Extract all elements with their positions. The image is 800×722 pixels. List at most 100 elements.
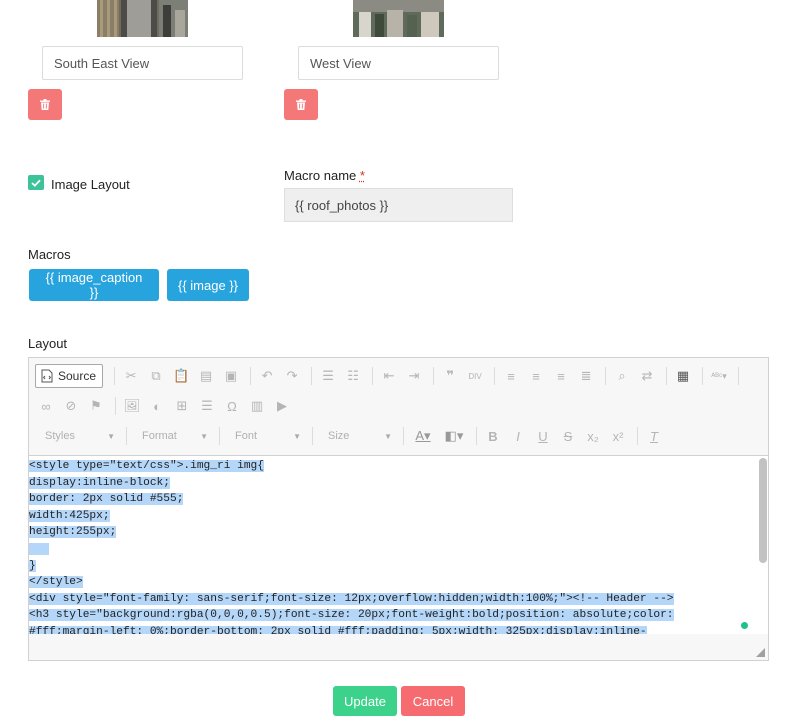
align-left-icon[interactable]: ≡ [500, 365, 522, 387]
image-layout-checkbox[interactable] [28, 175, 44, 190]
toolbar-separator [605, 367, 607, 385]
undo-icon[interactable]: ↶ [256, 365, 278, 387]
background-color-icon[interactable]: ◧▾ [440, 425, 468, 447]
toolbar-separator [115, 397, 116, 415]
delete-image-button[interactable] [284, 89, 318, 120]
spellcheck-icon[interactable]: ᴬᴮᶜ▾ [708, 365, 730, 387]
image-caption-input-south-east[interactable] [42, 46, 243, 80]
selected-code-text: <h3 style="background:rgba(0,0,0,0.5);fo… [29, 609, 674, 622]
blockquote-icon[interactable]: ❞ [439, 365, 461, 387]
horizontal-line-icon[interactable]: ☰ [196, 395, 218, 417]
video-icon[interactable]: ▶ [271, 395, 293, 417]
cancel-button[interactable]: Cancel [401, 686, 465, 716]
text-color-icon[interactable]: A▾ [409, 425, 437, 447]
required-mark: * [359, 168, 365, 183]
selected-code-text: </style> [29, 576, 83, 589]
italic-button[interactable]: I [507, 425, 529, 447]
increase-indent-icon[interactable]: ⇥ [403, 365, 425, 387]
replace-icon[interactable]: ⇄ [636, 365, 658, 387]
link-icon[interactable]: ∞ [35, 395, 57, 417]
code-line [29, 541, 768, 558]
toolbar-separator [433, 367, 435, 385]
align-center-icon[interactable]: ≡ [525, 365, 547, 387]
image-thumbnail-west [353, 0, 444, 37]
bulleted-list-icon[interactable]: ☷ [342, 365, 364, 387]
paste-word-icon[interactable]: ▣ [220, 365, 242, 387]
font-dropdown[interactable]: Font ▼ [225, 425, 307, 447]
toolbar-separator [126, 427, 127, 445]
size-dropdown[interactable]: Size ▼ [318, 425, 398, 447]
code-line: width:425px; [29, 508, 768, 525]
paste-text-icon[interactable]: ▤ [195, 365, 217, 387]
page-break-icon[interactable]: ▥ [246, 395, 268, 417]
align-justify-icon[interactable]: ≣ [575, 365, 597, 387]
resize-handle-icon[interactable] [756, 648, 765, 657]
image-caption-input-west[interactable] [298, 46, 499, 80]
editor-scrollbar[interactable] [759, 458, 767, 563]
decrease-indent-icon[interactable]: ⇤ [378, 365, 400, 387]
underline-button[interactable]: U [532, 425, 554, 447]
toolbar-separator [219, 427, 220, 445]
toolbar-separator [250, 367, 252, 385]
code-lines: <style type="text/css">.img_ri img{displ… [29, 456, 768, 634]
toolbar-separator [372, 367, 374, 385]
paste-icon[interactable]: 📋 [170, 365, 192, 387]
div-container-icon[interactable]: DIV [464, 365, 486, 387]
image-layout-label[interactable]: Image Layout [51, 177, 130, 192]
macro-name-input[interactable] [284, 188, 513, 222]
macro-image-caption-button[interactable]: {{ image_caption }} [29, 269, 159, 301]
code-line: height:255px; [29, 524, 768, 541]
toolbar-separator [738, 367, 740, 385]
select-all-icon[interactable]: ▦ [672, 365, 694, 387]
editor-toolbar-row-1: Source ✂ ⧉ 📋 ▤ ▣ ↶ ↷ ☰ ☷ ⇤ ⇥ ❞ DIV ≡ ≡ ≡… [35, 363, 744, 389]
strikethrough-button[interactable]: S [557, 425, 579, 447]
source-icon [41, 369, 53, 383]
source-button[interactable]: Source [35, 364, 104, 388]
selected-code-text: #fff;margin-left: 0%;border-bottom: 2px … [29, 625, 647, 634]
checkmark-icon [31, 179, 41, 187]
macro-image-button[interactable]: {{ image }} [167, 269, 249, 301]
remove-format-icon[interactable]: T [643, 425, 665, 447]
layout-code-textarea[interactable]: <style type="text/css">.img_ri img{displ… [29, 455, 768, 634]
align-right-icon[interactable]: ≡ [550, 365, 572, 387]
unlink-icon[interactable]: ⊘ [60, 395, 82, 417]
macro-name-label: Macro name * [284, 168, 365, 183]
trash-icon [40, 99, 50, 110]
chevron-down-icon: ▼ [293, 431, 301, 441]
selected-code-text: height:255px; [29, 526, 117, 539]
code-line: </style> [29, 574, 768, 591]
toolbar-separator [637, 427, 638, 445]
chevron-down-icon: ▼ [107, 431, 115, 441]
update-button[interactable]: Update [333, 686, 397, 716]
copy-icon[interactable]: ⧉ [145, 365, 167, 387]
numbered-list-icon[interactable]: ☰ [317, 365, 339, 387]
delete-image-button[interactable] [28, 89, 62, 120]
code-line: display:inline-block; [29, 475, 768, 492]
redo-icon[interactable]: ↷ [281, 365, 303, 387]
table-icon[interactable]: ⊞ [171, 395, 193, 417]
toolbar-separator [476, 427, 477, 445]
toolbar-separator [702, 367, 704, 385]
cut-icon[interactable]: ✂ [120, 365, 142, 387]
anchor-flag-icon[interactable]: ⚑ [85, 395, 107, 417]
image-thumbnail-south-east [97, 0, 188, 37]
format-dropdown[interactable]: Format ▼ [132, 425, 214, 447]
selected-code-text: <div style="font-family: sans-serif;font… [29, 592, 674, 605]
toolbar-separator [666, 367, 668, 385]
superscript-button[interactable]: x² [607, 425, 629, 447]
toolbar-separator [403, 427, 404, 445]
bold-button[interactable]: B [482, 425, 504, 447]
toolbar-separator [311, 367, 313, 385]
subscript-button[interactable]: x₂ [582, 425, 604, 447]
macros-label: Macros [28, 247, 71, 262]
code-line: border: 2px solid #555; [29, 491, 768, 508]
status-indicator-dot [741, 622, 748, 629]
flash-icon[interactable]: ◐ [146, 395, 168, 417]
code-line: <div style="font-family: sans-serif;font… [29, 591, 768, 608]
selected-code-text [29, 542, 50, 555]
special-character-icon[interactable]: Ω [221, 395, 243, 417]
styles-dropdown[interactable]: Styles ▼ [35, 425, 121, 447]
trash-icon [296, 99, 306, 110]
image-icon[interactable]: 🖼 [121, 395, 143, 417]
find-icon[interactable]: ⌕ [611, 365, 633, 387]
